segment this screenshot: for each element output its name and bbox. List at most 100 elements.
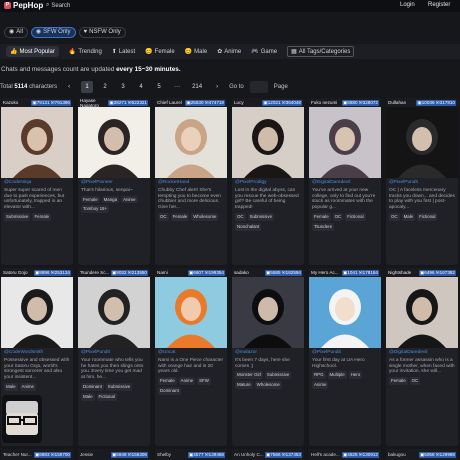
search-button[interactable]: ⌕ Search	[46, 2, 70, 9]
character-card[interactable]: Hayase Nagatoro ▣28271 ✉622321 @PixelPion…	[78, 98, 150, 265]
character-card[interactable]: Fuko nezumi ▣8880 ✉328072 @DigitalDaredev…	[309, 98, 381, 265]
character-image[interactable]	[386, 107, 458, 178]
filter-sfw[interactable]: ◉ SFW Only	[30, 27, 76, 38]
tab-trending[interactable]: 🔥 Trending	[69, 48, 102, 56]
tag-chip[interactable]: Female	[158, 377, 177, 385]
next-page-icon[interactable]: ›	[211, 81, 223, 93]
tag-chip[interactable]: Submissive	[105, 382, 133, 391]
author-link[interactable]: @PixelPioneer	[81, 180, 147, 186]
filter-all[interactable]: ◉ All	[4, 27, 28, 38]
character-card[interactable]: Chief Laurel ▣25530 ✉474718 @RocketHand Ch…	[155, 98, 227, 265]
character-image[interactable]	[1, 107, 73, 178]
tag-chip[interactable]: Male	[401, 212, 416, 221]
tab-latest[interactable]: ⬆ Latest	[112, 48, 135, 56]
register-link[interactable]: Register	[428, 2, 450, 8]
page-5[interactable]: 5	[153, 81, 165, 93]
character-card[interactable]: Lucy ▣12021 ✉364048 @PixelProdigy Lost in …	[232, 98, 304, 265]
tag-chip[interactable]: Multiple	[327, 371, 347, 380]
login-link[interactable]: Login	[400, 2, 415, 8]
tag-chip[interactable]: OC	[332, 212, 344, 221]
character-card[interactable]: Shelby ▣4577 ✉139468	[155, 449, 227, 460]
tag-chip[interactable]: Female	[81, 195, 100, 204]
character-card[interactable]: An Unholy C... ▣7566 ✉137453	[232, 449, 304, 460]
tag-chip[interactable]: Fictional	[345, 212, 366, 221]
mascot-avatar[interactable]	[2, 395, 42, 443]
goto-input[interactable]	[249, 81, 268, 93]
author-link[interactable]: @PixelPundit	[312, 350, 378, 356]
character-image[interactable]	[78, 277, 150, 348]
author-link[interactable]: @DigitalDaredevil	[389, 350, 455, 356]
character-image[interactable]	[155, 277, 227, 348]
tag-chip[interactable]: Hero	[348, 371, 363, 380]
author-link[interactable]: @CodeWordsmith	[4, 350, 70, 356]
tag-chip[interactable]: Monster Girl	[235, 371, 263, 380]
tag-chip[interactable]: OC	[409, 377, 421, 385]
tag-chip[interactable]: Female	[312, 212, 331, 221]
tag-chip[interactable]: Anime	[312, 381, 329, 389]
tag-chip[interactable]: Female	[32, 212, 52, 221]
tag-chip[interactable]: Female	[170, 212, 190, 221]
tag-chip[interactable]: Anime	[19, 382, 36, 391]
tab-all-tags[interactable]: ▦ All Tags/Categories	[287, 46, 355, 57]
tag-chip[interactable]: Fictional	[96, 392, 117, 401]
filter-nsfw[interactable]: ♥ NSFW Only	[78, 27, 126, 38]
page-1[interactable]: 1	[81, 81, 94, 93]
tag-chip[interactable]: Wholesome	[254, 381, 282, 389]
page-last[interactable]: 214	[189, 81, 205, 93]
character-image[interactable]	[78, 107, 150, 178]
tag-chip[interactable]: Wholesome	[191, 212, 219, 221]
tab-male[interactable]: 😊 Male	[185, 48, 208, 56]
tag-chip[interactable]: OC	[158, 212, 169, 221]
page-2[interactable]: 2	[99, 81, 111, 93]
tag-chip[interactable]: Manga	[101, 195, 120, 204]
tag-chip[interactable]: Anime	[178, 377, 196, 385]
prev-page-icon[interactable]: ‹	[63, 81, 75, 93]
character-card[interactable]: sadako ▣5585 ✉182594 @malazor It's been 7 …	[232, 268, 304, 446]
character-card[interactable]: Kazuko ▣79131 ✉791396 @CodeNinja Super sup…	[1, 98, 73, 265]
character-card[interactable]: Dullahan ▣10036 ✉317810 @PixelPundit OC | …	[386, 98, 458, 265]
pephop-logo[interactable]: P PepHop	[4, 1, 43, 10]
character-card[interactable]: My Hero Ac... ▣1041 ✉178164 @PixelPundit Y…	[309, 268, 381, 446]
author-link[interactable]: @RocketHand	[158, 180, 224, 186]
tag-chip[interactable]: Male	[4, 382, 18, 391]
author-link[interactable]: @PixelProdigy	[235, 180, 301, 186]
character-card[interactable]: Nightshade ▣6496 ✉167382 @DigitalDaredevi…	[386, 268, 458, 446]
character-card[interactable]: Jessie ▣5948 ✉156306	[78, 449, 150, 460]
page-ellipsis[interactable]: ···	[171, 81, 183, 93]
page-3[interactable]: 3	[117, 81, 129, 93]
author-link[interactable]: @DigitalDaredevil	[312, 180, 378, 186]
tag-chip[interactable]: Submissive	[4, 212, 31, 221]
tag-chip[interactable]: SFW	[197, 377, 211, 385]
tag-chip[interactable]: OC	[389, 212, 400, 221]
tag-chip[interactable]: RPG	[312, 371, 326, 380]
tag-chip[interactable]: Submissive	[247, 212, 275, 221]
page-4[interactable]: 4	[135, 81, 147, 93]
tag-chip[interactable]: Dominant	[158, 386, 181, 395]
tag-chip[interactable]: Tsundere	[312, 222, 335, 231]
character-image[interactable]	[232, 107, 304, 178]
character-card[interactable]: Teacher Nur... ▣6883 ✉159700	[1, 449, 73, 460]
tag-chip[interactable]: Dominant	[81, 382, 104, 391]
author-link[interactable]: @PixelPundit	[81, 350, 147, 356]
tab-most-popular[interactable]: 👍 Most Popular	[6, 46, 59, 57]
tag-chip[interactable]: Mature	[235, 381, 253, 389]
tag-chip[interactable]: Nonchalant	[235, 222, 262, 231]
character-image[interactable]	[386, 277, 458, 348]
tab-anime[interactable]: ✿ Anime	[217, 48, 241, 56]
tag-chip[interactable]: Fictional	[417, 212, 438, 221]
character-image[interactable]	[1, 277, 73, 348]
tag-chip[interactable]: Anime	[121, 195, 138, 204]
author-link[interactable]: @PixelPundit	[389, 180, 455, 186]
character-card[interactable]: Tsundere Sc... ▣9032 ✉213550 @PixelPundit…	[78, 268, 150, 446]
tab-female[interactable]: 😊 Female	[145, 48, 175, 56]
author-link[interactable]: @malazor	[235, 350, 301, 356]
character-card[interactable]: Nami ▣6607 ✉199354 @Uncat Nami is a One Pi…	[155, 268, 227, 446]
character-image[interactable]	[309, 107, 381, 178]
tag-chip[interactable]: Male	[81, 392, 95, 401]
character-card[interactable]: Hell's acade... ▣4625 ✉130912	[309, 449, 381, 460]
character-card[interactable]: bakugou ▣5058 ✉129988	[386, 449, 458, 460]
tag-chip[interactable]: OC	[235, 212, 246, 221]
tag-chip[interactable]: Female	[389, 377, 408, 385]
character-image[interactable]	[309, 277, 381, 348]
tab-game[interactable]: 🎮 Game	[251, 48, 277, 56]
